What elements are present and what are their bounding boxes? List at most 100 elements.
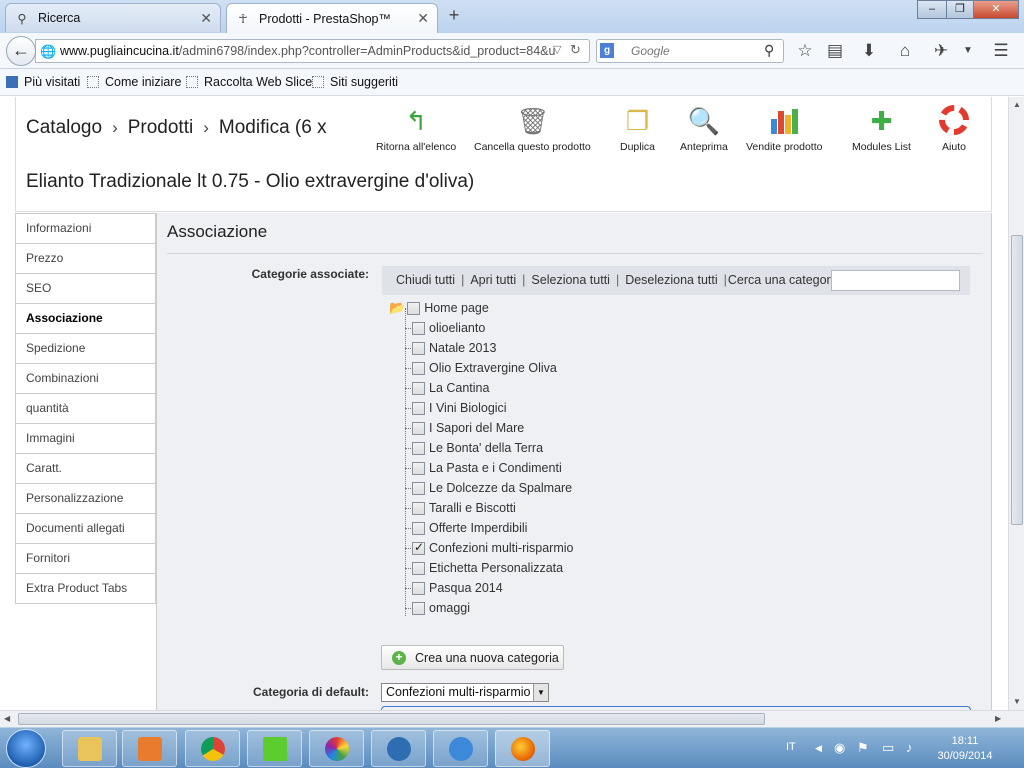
dropdown-arrow-icon[interactable]: ▼ <box>957 45 979 56</box>
category-row[interactable]: Le Bonta' della Terra <box>412 438 543 458</box>
bookmark-siti-suggeriti[interactable]: Siti suggeriti <box>312 75 398 89</box>
vertical-scrollbar[interactable]: ▲ ▼ <box>1008 97 1024 710</box>
bookmark-piu-visitati[interactable]: Più visitati <box>6 75 80 89</box>
addon-icon[interactable]: ✈ <box>930 41 952 61</box>
category-checkbox[interactable] <box>412 421 425 435</box>
scroll-left-icon[interactable]: ◀ <box>4 714 10 723</box>
sidebar-item-immagini[interactable]: Immagini <box>16 424 155 454</box>
preview-button[interactable]: 🔍 Anteprima <box>680 105 728 153</box>
network-icon[interactable]: ⚑ <box>857 740 869 756</box>
picasa-taskbar-button[interactable] <box>309 730 364 767</box>
category-row[interactable]: La Cantina <box>412 378 489 398</box>
help-button[interactable]: Aiuto <box>938 105 970 153</box>
category-checkbox[interactable] <box>412 501 425 515</box>
menu-icon[interactable]: ☰ <box>990 41 1012 61</box>
expand-all-link[interactable]: Apri tutti <box>470 273 516 287</box>
breadcrumb-catalogo[interactable]: Catalogo <box>26 117 102 138</box>
maximize-button[interactable]: ❐ <box>946 0 974 19</box>
category-row[interactable]: La Pasta e i Condimenti <box>412 458 562 478</box>
explorer-taskbar-button[interactable] <box>62 730 117 767</box>
category-row[interactable]: Olio Extravergine Oliva <box>412 358 557 378</box>
delete-product-button[interactable]: 🗑 Cancella questo prodotto <box>474 105 591 153</box>
chevron-down-icon[interactable]: ▼ <box>533 684 548 701</box>
category-checkbox[interactable] <box>412 381 425 395</box>
category-row[interactable]: Pasqua 2014 <box>412 578 503 598</box>
modules-list-button[interactable]: ✚ Modules List <box>852 105 911 153</box>
sidebar-item-personalizzazione[interactable]: Personalizzazione <box>16 484 155 514</box>
close-window-button[interactable]: ✕ <box>973 0 1019 19</box>
category-row[interactable]: Taralli e Biscotti <box>412 498 516 518</box>
sidebar-item-quantità[interactable]: quantità <box>16 394 155 424</box>
language-indicator[interactable]: IT <box>786 741 796 753</box>
category-checkbox[interactable] <box>412 361 425 375</box>
category-row[interactable]: Natale 2013 <box>412 338 496 358</box>
close-tab-icon[interactable]: ✕ <box>200 10 212 27</box>
bookmark-raccolta-web-slice[interactable]: Raccolta Web Slice <box>186 75 312 89</box>
scrollbar-thumb[interactable] <box>18 713 765 725</box>
category-checkbox[interactable] <box>412 441 425 455</box>
minimize-button[interactable]: – <box>917 0 947 19</box>
search-go-icon[interactable]: ⚲ <box>764 42 774 59</box>
category-checkbox[interactable] <box>412 401 425 415</box>
start-button[interactable] <box>6 729 46 768</box>
category-checkbox[interactable] <box>407 301 421 315</box>
tray-app-icon[interactable]: ◉ <box>834 740 845 756</box>
category-row[interactable]: Le Dolcezze da Spalmare <box>412 478 572 498</box>
category-row[interactable]: Etichetta Personalizzata <box>412 558 563 578</box>
sidebar-item-combinazioni[interactable]: Combinazioni <box>16 364 155 394</box>
category-row[interactable]: omaggi <box>412 598 470 618</box>
volume-icon[interactable]: ♪ <box>906 740 913 755</box>
new-tab-button[interactable]: + <box>444 5 464 26</box>
category-row[interactable]: olioelianto <box>412 318 485 338</box>
category-checkbox[interactable] <box>412 341 425 355</box>
scroll-up-icon[interactable]: ▲ <box>1013 100 1021 109</box>
scroll-down-icon[interactable]: ▼ <box>1013 697 1021 706</box>
sidebar-item-documenti-allegati[interactable]: Documenti allegati <box>16 514 155 544</box>
media-taskbar-button[interactable] <box>122 730 177 767</box>
category-checkbox[interactable] <box>412 581 425 595</box>
new-category-button[interactable]: + Crea una nuova categoria <box>381 645 564 670</box>
tab-ricerca[interactable]: ⚲ Ricerca ✕ <box>5 3 221 32</box>
dropdown-arrow-icon[interactable]: ▽ <box>553 43 561 56</box>
google-icon[interactable]: g <box>600 43 614 58</box>
tree-root[interactable]: 📂 Home page <box>389 298 489 318</box>
category-checkbox[interactable] <box>412 461 425 475</box>
firefox-taskbar-button[interactable] <box>495 730 550 767</box>
back-to-list-button[interactable]: ↰ Ritorna all'elenco <box>376 105 456 153</box>
sidebar-item-prezzo[interactable]: Prezzo <box>16 244 155 274</box>
category-row[interactable]: I Vini Biologici <box>412 398 507 418</box>
sidebar-item-associazione[interactable]: Associazione <box>16 304 155 334</box>
download-icon[interactable]: ⬇ <box>858 41 880 61</box>
select-all-link[interactable]: Seleziona tutti <box>531 273 610 287</box>
category-row[interactable]: I Sapori del Mare <box>412 418 524 438</box>
show-hidden-icons-icon[interactable]: ◀ <box>815 743 822 754</box>
category-checkbox[interactable] <box>412 521 425 535</box>
breadcrumb-prodotti[interactable]: Prodotti <box>128 117 193 138</box>
monitor-icon[interactable]: ▭ <box>882 740 894 756</box>
thunderbird-taskbar-button[interactable] <box>371 730 426 767</box>
bookmark-star-icon[interactable]: ☆ <box>794 41 816 61</box>
sidebar-item-fornitori[interactable]: Fornitori <box>16 544 155 574</box>
sidebar-item-extra-product-tabs[interactable]: Extra Product Tabs <box>16 574 155 604</box>
back-button[interactable]: ← <box>6 36 36 66</box>
tab-prodotti[interactable]: ☥ Prodotti - PrestaShop™ ✕ <box>226 3 438 33</box>
category-search-input[interactable] <box>831 270 960 291</box>
product-sales-button[interactable]: Vendite prodotto <box>746 105 822 153</box>
category-checkbox[interactable] <box>412 561 425 575</box>
messenger-taskbar-button[interactable] <box>433 730 488 767</box>
sidebar-item-informazioni[interactable]: Informazioni <box>16 214 155 244</box>
sidebar-item-seo[interactable]: SEO <box>16 274 155 304</box>
chrome-taskbar-button[interactable] <box>185 730 240 767</box>
scroll-right-icon[interactable]: ▶ <box>995 714 1001 723</box>
deselect-all-link[interactable]: Deseleziona tutti <box>625 273 717 287</box>
category-checkbox[interactable] <box>412 601 425 615</box>
category-row[interactable]: Confezioni multi-risparmio <box>412 538 574 558</box>
home-icon[interactable]: ⌂ <box>894 41 916 61</box>
close-tab-icon[interactable]: ✕ <box>417 10 429 27</box>
reload-icon[interactable]: ↻ <box>570 42 581 58</box>
category-row[interactable]: Offerte Imperdibili <box>412 518 527 538</box>
system-clock[interactable]: 18:11 30/09/2014 <box>930 734 1000 764</box>
app-taskbar-button[interactable] <box>247 730 302 767</box>
sidebar-item-caratt-[interactable]: Caratt. <box>16 454 155 484</box>
sidebar-item-spedizione[interactable]: Spedizione <box>16 334 155 364</box>
